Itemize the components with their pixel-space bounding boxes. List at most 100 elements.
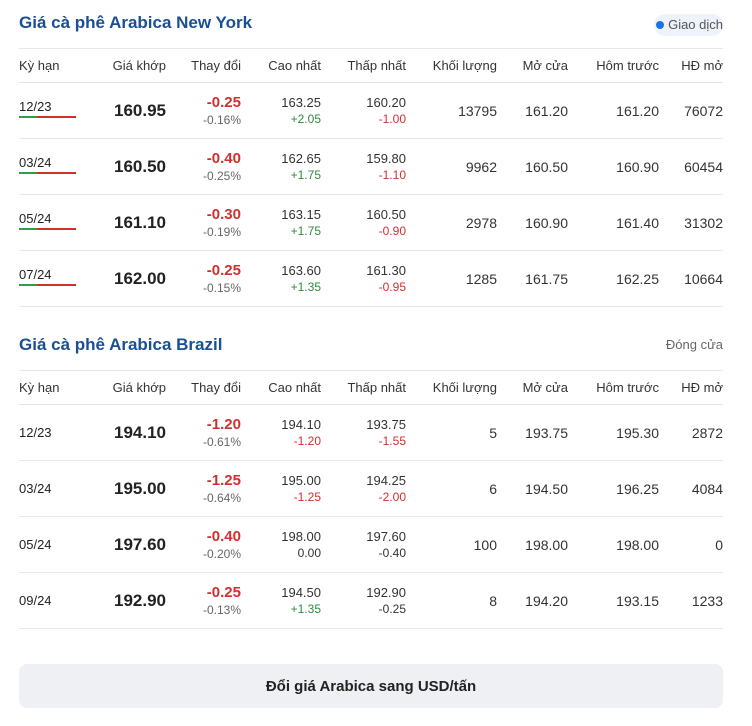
change-value: -1.20	[206, 415, 241, 433]
change-percent: -0.19%	[202, 224, 241, 239]
cell-low: 192.90 -0.25	[321, 572, 406, 629]
section-title: Giá cà phê Arabica New York	[19, 13, 253, 32]
change-percent: -0.25%	[202, 168, 241, 183]
cell-high: 198.00 0.00	[241, 516, 321, 573]
cell-previous: 161.20	[568, 82, 659, 139]
table-row[interactable]: 03/24 160.50 -0.40 -0.25% 162.65 +1.75 159.80-…	[19, 138, 723, 195]
convert-usd-ton-button[interactable]: Đổi giá Arabica sang USD/tấn	[19, 664, 723, 708]
range-bar-up	[19, 228, 37, 230]
term-label: 07/24	[19, 267, 52, 282]
high-delta: 0.00	[297, 546, 321, 560]
high-value: 162.65	[281, 151, 321, 166]
low-delta: -0.25	[378, 602, 406, 616]
high-delta: +1.35	[290, 280, 321, 294]
table-row[interactable]: 05/24 197.60 -0.40 -0.20% 198.00 0.00 197.60 -0…	[19, 516, 723, 573]
cell-high: 163.15 +1.75	[241, 194, 321, 251]
cell-change: -0.40 -0.25%	[166, 138, 241, 195]
change-percent: -0.64%	[202, 490, 241, 505]
cell-volume: 6	[406, 460, 497, 517]
cell-price: 162.00	[89, 250, 166, 307]
high-value: 163.15	[281, 207, 321, 222]
high-delta: -1.20	[293, 434, 321, 448]
table-row[interactable]: 12/23 160.95 -0.25 -0.16% 163.25 +2.05 160.20-…	[19, 82, 723, 139]
table-row[interactable]: 09/24 192.90 -0.25 -0.13% 194.50 +1.35 192.90-…	[19, 572, 723, 629]
range-bar-up	[19, 172, 37, 174]
cell-high: 195.00 -1.25	[241, 460, 321, 517]
trading-status: Giao dịch	[654, 14, 723, 36]
cell-previous: 161.40	[568, 194, 659, 251]
cell-price: 197.60	[89, 516, 166, 573]
cell-change: -0.30 -0.19%	[166, 194, 241, 251]
cell-low: 159.80 -1.10	[321, 138, 406, 195]
cell-low: 197.60 -0.40	[321, 516, 406, 573]
cell-term: 05/24	[19, 194, 89, 251]
cell-price: 161.10	[89, 194, 166, 251]
low-delta: -2.00	[378, 490, 406, 504]
cell-open-interest: 0	[659, 516, 723, 573]
term-label: 03/24	[19, 155, 52, 170]
column-header-volume: Khối lượng	[406, 48, 497, 83]
high-delta: +1.75	[290, 224, 321, 238]
table-row[interactable]: 05/24 161.10 -0.30 -0.19% 163.15 +1.75 160.50-…	[19, 194, 723, 251]
cell-open: 160.50	[497, 138, 568, 195]
column-header-change: Thay đổi	[166, 370, 241, 405]
change-percent: -0.15%	[202, 280, 241, 295]
cell-price: 194.10	[89, 404, 166, 461]
change-percent: -0.61%	[202, 434, 241, 449]
cell-change: -0.40 -0.20%	[166, 516, 241, 573]
high-value: 194.50	[281, 585, 321, 600]
cell-volume: 100	[406, 516, 497, 573]
table-header-row: Kỳ hạn Giá khớp Thay đổi Cao nhất Thấp nhất K…	[19, 370, 723, 405]
cell-price: 192.90	[89, 572, 166, 629]
cell-open-interest: 1233	[659, 572, 723, 629]
column-header-volume: Khối lượng	[406, 370, 497, 405]
cell-previous: 196.25	[568, 460, 659, 517]
range-bar-up	[19, 284, 37, 286]
change-percent: -0.13%	[202, 602, 241, 617]
change-value: -0.25	[206, 583, 241, 601]
price-table-brazil: Kỳ hạn Giá khớp Thay đổi Cao nhất Thấp nhất K…	[19, 370, 723, 629]
low-delta: -1.55	[378, 434, 406, 448]
low-value: 194.25	[366, 473, 406, 488]
cell-high: 163.60 +1.35	[241, 250, 321, 307]
cell-low: 160.20 -1.00	[321, 82, 406, 139]
column-header-term: Kỳ hạn	[19, 370, 89, 405]
cell-open-interest: 4084	[659, 460, 723, 517]
column-header-open: Mở cửa	[497, 370, 568, 405]
high-value: 163.25	[281, 95, 321, 110]
cell-change: -0.25 -0.16%	[166, 82, 241, 139]
cell-open: 194.20	[497, 572, 568, 629]
cell-open-interest: 2872	[659, 404, 723, 461]
term-label: 12/23	[19, 425, 52, 440]
cell-open-interest: 31302	[659, 194, 723, 251]
column-header-open: Mở cửa	[497, 48, 568, 83]
term-wrap: 12/23	[19, 99, 76, 122]
range-bar-down	[37, 116, 76, 118]
cell-price: 195.00	[89, 460, 166, 517]
change-value: -0.40	[206, 149, 241, 167]
cell-volume: 9962	[406, 138, 497, 195]
column-header-high: Cao nhất	[241, 48, 321, 83]
cell-previous: 162.25	[568, 250, 659, 307]
column-header-oi: HĐ mở	[659, 370, 723, 405]
column-header-oi: HĐ mở	[659, 48, 723, 83]
table-row[interactable]: 12/23 194.10 -1.20 -0.61% 194.10 -1.20 193.75-…	[19, 404, 723, 461]
cell-open: 161.75	[497, 250, 568, 307]
change-value: -1.25	[206, 471, 241, 489]
cell-high: 163.25 +2.05	[241, 82, 321, 139]
cell-open-interest: 10664	[659, 250, 723, 307]
cell-volume: 2978	[406, 194, 497, 251]
column-header-price: Giá khớp	[89, 48, 166, 83]
range-bar-down	[37, 172, 76, 174]
table-row[interactable]: 03/24 195.00 -1.25 -0.64% 195.00 -1.25 194.25-…	[19, 460, 723, 517]
table-row[interactable]: 07/24 162.00 -0.25 -0.15% 163.60 +1.35 161.30-…	[19, 250, 723, 307]
range-bar-up	[19, 116, 37, 118]
cell-change: -1.25 -0.64%	[166, 460, 241, 517]
cell-change: -1.20 -0.61%	[166, 404, 241, 461]
cell-term: 03/24	[19, 460, 89, 517]
range-bar-down	[37, 228, 76, 230]
cell-term: 05/24	[19, 516, 89, 573]
term-wrap: 03/24	[19, 155, 76, 178]
term-label: 05/24	[19, 537, 52, 552]
cell-low: 160.50 -0.90	[321, 194, 406, 251]
